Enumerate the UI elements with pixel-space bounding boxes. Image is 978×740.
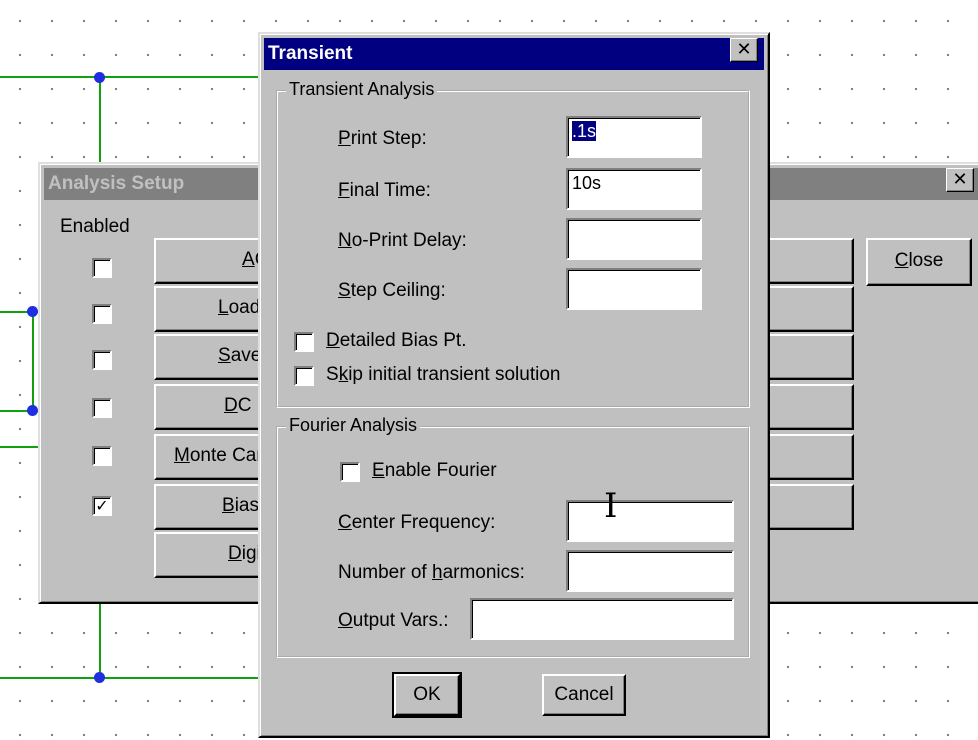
enabled-checkbox-load[interactable]	[92, 304, 112, 324]
detailed-bias-label[interactable]: Detailed Bias Pt.	[326, 330, 466, 352]
center-frequency-label: Center Frequency:	[338, 512, 496, 533]
step-ceiling-input[interactable]	[566, 268, 702, 310]
wire-bottom	[0, 677, 270, 679]
text-cursor-icon: I	[604, 486, 618, 526]
enabled-checkbox-ac[interactable]	[92, 258, 112, 278]
check-mark-icon: ✓	[95, 496, 109, 515]
skip-initial-label[interactable]: Skip initial transient solution	[326, 364, 560, 386]
transient-titlebar[interactable]: Transient	[264, 38, 764, 70]
wire-junction-top	[94, 72, 105, 83]
analysis-setup-title: Analysis Setup	[48, 173, 185, 194]
enabled-checkbox-dc[interactable]	[92, 398, 112, 418]
skip-initial-checkbox[interactable]	[294, 366, 314, 386]
wire-top	[0, 76, 270, 78]
center-frequency-input[interactable]	[566, 500, 734, 542]
print-step-value: .1s	[572, 121, 597, 141]
detailed-bias-checkbox[interactable]	[294, 332, 314, 352]
enabled-checkbox-monte-carlo[interactable]	[92, 446, 112, 466]
enabled-checkbox-bias[interactable]: ✓	[92, 496, 112, 516]
wire-junction-bottom	[94, 672, 105, 683]
transient-close-icon[interactable]: ✕	[730, 38, 758, 62]
transient-dialog: Transient ✕ Transient Analysis Print Ste…	[258, 32, 770, 738]
enable-fourier-label[interactable]: Enable Fourier	[372, 460, 497, 482]
ok-button[interactable]: OK	[392, 672, 462, 718]
print-step-input[interactable]: .1s	[566, 116, 702, 158]
step-ceiling-label: Step Ceiling:	[338, 280, 446, 301]
cancel-button[interactable]: Cancel	[542, 674, 626, 716]
harmonics-input[interactable]	[566, 550, 734, 592]
final-time-input[interactable]: 10s	[566, 168, 702, 210]
final-time-value: 10s	[572, 173, 602, 193]
fourier-analysis-group: Fourier Analysis Enable Fourier Center F…	[276, 415, 750, 658]
enable-fourier-checkbox[interactable]	[340, 462, 360, 482]
no-print-delay-input[interactable]	[566, 218, 702, 260]
transient-title: Transient	[268, 43, 353, 64]
analysis-setup-close-button[interactable]: Close	[866, 238, 972, 286]
final-time-label: Final Time:	[338, 180, 431, 201]
wire-left-vertical	[32, 311, 34, 411]
harmonics-label: Number of harmonics:	[338, 562, 525, 583]
print-step-label: Print Step:	[338, 128, 427, 149]
output-vars-label: Output Vars.:	[338, 610, 449, 631]
output-vars-input[interactable]	[470, 598, 734, 640]
no-print-delay-label: No-Print Delay:	[338, 230, 467, 251]
enabled-checkbox-save[interactable]	[92, 350, 112, 370]
transient-analysis-group: Transient Analysis Print Step: .1s Final…	[276, 79, 750, 408]
enabled-label: Enabled	[60, 216, 130, 237]
wire-left-3	[0, 446, 42, 448]
wire-bottom-vertical	[99, 602, 101, 678]
wire-top-vertical	[99, 76, 101, 166]
analysis-setup-close-icon[interactable]: ✕	[946, 168, 974, 192]
transient-analysis-group-title: Transient Analysis	[286, 79, 438, 100]
fourier-analysis-group-title: Fourier Analysis	[286, 415, 421, 436]
wire-junction-left-2	[27, 405, 38, 416]
wire-junction-left-1	[27, 306, 38, 317]
